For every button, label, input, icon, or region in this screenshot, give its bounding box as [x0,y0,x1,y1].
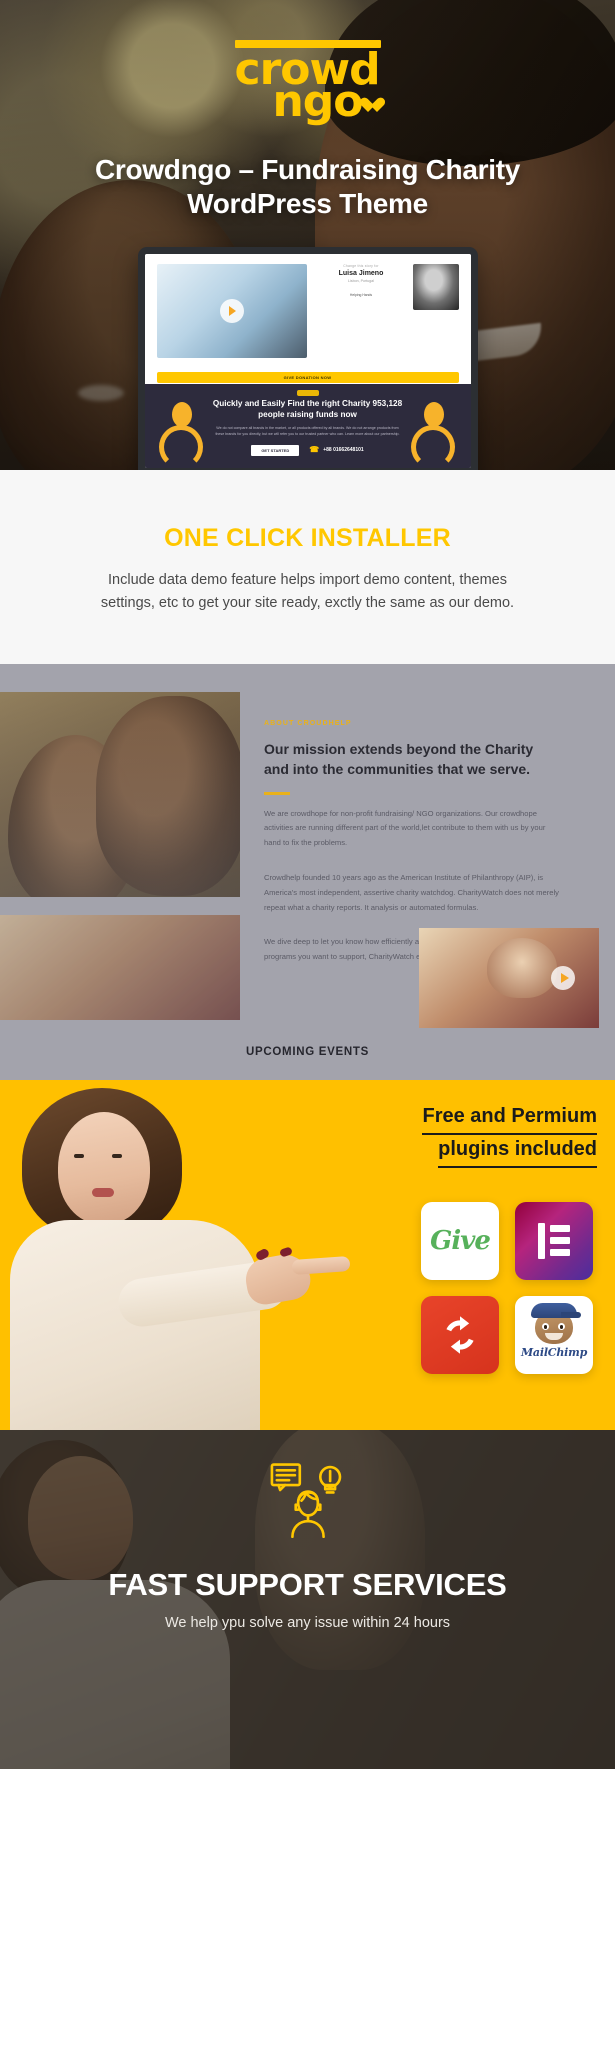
installer-heading: ONE CLICK INSTALLER [164,524,451,552]
banner-get-started-button[interactable]: GET STARTED [251,444,300,456]
mission-photo-family [0,691,240,897]
logo-word-bottom: ngo [272,76,363,128]
banner-heading: Quickly and Easily Find the right Charit… [212,399,403,420]
landing-page: crowd ngo Crowdngo – Fundraising Charity… [0,0,615,1769]
heart-icon [364,97,381,114]
preview-person-name: Luisa Jimeno [338,270,384,278]
redirection-logo[interactable] [421,1295,499,1374]
mission-kicker: ABOUT CROUDHELP [264,719,352,727]
mission-right-column: ABOUT CROUDHELP Our mission extends beyo… [240,692,615,1028]
phone-icon: ☎ [309,445,320,455]
mission-left-column [0,691,240,1020]
laptop-mockup: Change this story for Luisa Jimeno Lisbo… [137,247,478,470]
refresh-icon [446,1316,474,1354]
preview-top-row: Change this story for Luisa Jimeno Lisbo… [144,254,471,367]
preview-kicker: Change this story for [343,264,379,269]
preview-tag: Helping Hands [349,293,373,298]
play-icon[interactable] [551,965,575,990]
support-subtitle: We help ypu solve any issue within 24 ho… [164,1614,451,1631]
elementor-logo[interactable] [515,1201,593,1280]
mission-section: ABOUT CROUDHELP Our mission extends beyo… [0,663,615,1080]
plugins-model-photo [0,1080,351,1430]
support-title: FAST SUPPORT SERVICES [108,1566,507,1602]
installer-body: Include data demo feature helps import d… [100,572,515,612]
hero-section: crowd ngo Crowdngo – Fundraising Charity… [0,0,615,470]
plugins-heading-line2: plugins included [438,1135,597,1168]
laptop-screen: Change this story for Luisa Jimeno Lisbo… [144,254,471,469]
preview-person-sub: Lisbon, Portugal [348,279,374,284]
mission-divider [264,791,290,795]
mission-photo-secondary [0,914,240,1020]
give-logo[interactable]: Give [421,1201,499,1280]
mailchimp-monkey-icon [531,1303,581,1345]
elementor-glyph [538,1222,570,1259]
preview-avatar [412,264,459,311]
preview-cta-button[interactable]: GIVE DONATION NOW [156,372,459,384]
mailchimp-logo-text: MailChimp [520,1346,588,1360]
laptop-lid: Change this story for Luisa Jimeno Lisbo… [137,247,478,470]
plugins-section: Free and Permium plugins included Give M… [0,1079,615,1430]
plugin-logo-grid: Give MailChimp [290,1201,597,1374]
page-title: Crowdngo – Fundraising Charity WordPress… [94,153,520,220]
mission-body: We are crowdhope for non-profit fundrais… [264,808,546,848]
play-icon [219,299,244,324]
mission-body-2: Crowdhelp founded 10 years ago as the Am… [264,872,559,912]
banner-phone: ☎ +88 01662648101 [309,446,363,454]
banner-phone-number: +88 01662648101 [323,447,364,454]
support-section: FAST SUPPORT SERVICES We help ypu solve … [0,1429,615,1769]
installer-section: ONE CLICK INSTALLER Include data demo fe… [0,470,615,664]
banner-person-left-icon [158,402,205,469]
preview-video-thumb [156,264,307,359]
banner-heart-icon [296,390,319,397]
upcoming-events-heading: UPCOMING EVENTS [246,1045,369,1058]
banner-person-right-icon [410,402,457,469]
give-logo-text: Give [430,1225,491,1256]
mission-photo-video[interactable] [419,927,599,1028]
preview-dark-banner: Quickly and Easily Find the right Charit… [144,384,471,469]
brand-logo[interactable]: crowd ngo [234,40,381,128]
banner-body: We do not compare all brands in the mark… [215,426,400,437]
plugins-heading-line1: Free and Permium [422,1102,597,1135]
support-agent-icon [270,1463,341,1539]
mission-heading: Our mission extends beyond the Charity a… [264,740,534,778]
plugins-heading: Free and Permium plugins included [290,1102,597,1168]
mailchimp-logo[interactable]: MailChimp [515,1295,593,1374]
